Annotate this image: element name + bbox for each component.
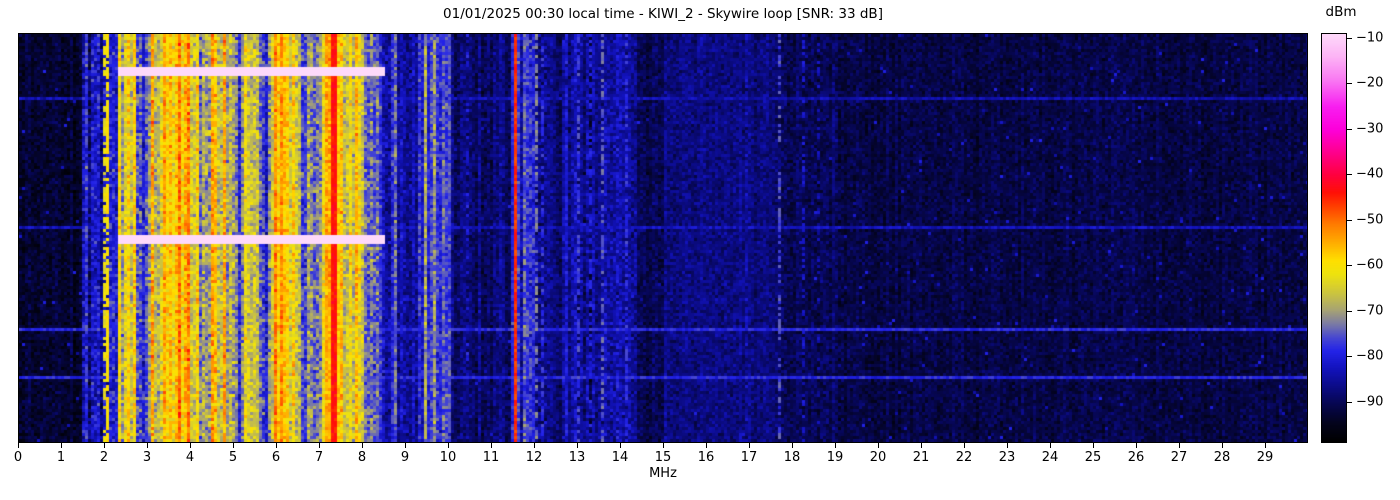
x-tick-label: 20 xyxy=(869,450,887,465)
colorbar-tick-mark xyxy=(1347,402,1352,403)
chart-title: 01/01/2025 00:30 local time - KIWI_2 - S… xyxy=(443,6,883,22)
x-tick-mark xyxy=(405,443,406,448)
x-tick-mark xyxy=(362,443,363,448)
x-tick-label: 11 xyxy=(482,450,500,465)
colorbar-tick-mark xyxy=(1347,356,1352,358)
x-tick-label: 24 xyxy=(1041,450,1059,465)
x-tick-label: 12 xyxy=(525,450,543,465)
x-tick-label: 13 xyxy=(568,450,586,465)
x-tick-label: 19 xyxy=(826,450,844,465)
x-tick-label: 4 xyxy=(185,450,195,465)
colorbar-tick-label: −20 xyxy=(1356,75,1384,91)
x-tick-mark xyxy=(835,443,836,448)
x-tick-label: 29 xyxy=(1256,450,1274,465)
x-tick-label: 1 xyxy=(56,450,66,465)
colorbar-tick-mark xyxy=(1347,265,1352,267)
spectrogram-figure: 01/01/2025 00:30 local time - KIWI_2 - S… xyxy=(0,0,1400,500)
x-tick-label: 22 xyxy=(955,450,973,465)
x-tick-label: 27 xyxy=(1170,450,1188,465)
x-tick-mark xyxy=(706,443,707,448)
x-tick-label: 25 xyxy=(1084,450,1102,465)
x-tick-mark xyxy=(792,443,793,448)
x-tick-mark xyxy=(147,443,148,448)
x-tick-mark xyxy=(1007,443,1008,448)
x-tick-mark xyxy=(319,443,320,448)
x-tick-label: 7 xyxy=(314,450,324,465)
x-tick-mark xyxy=(749,443,750,448)
x-tick-mark xyxy=(190,443,191,448)
x-tick-label: 10 xyxy=(439,450,457,465)
x-tick-mark xyxy=(1265,443,1266,448)
colorbar-tick-label: −60 xyxy=(1356,257,1384,273)
colorbar-tick-mark xyxy=(1347,219,1352,221)
colorbar-label: dBm xyxy=(1325,4,1357,20)
x-tick-mark xyxy=(1179,443,1180,448)
x-tick-label: 17 xyxy=(740,450,758,465)
x-tick-mark xyxy=(921,443,922,448)
x-tick-mark xyxy=(1093,443,1094,448)
x-tick-mark xyxy=(878,443,879,448)
x-tick-label: 16 xyxy=(697,450,715,465)
x-tick-mark xyxy=(233,443,234,448)
x-tick-mark xyxy=(620,443,621,448)
x-tick-mark xyxy=(1222,443,1223,448)
x-tick-label: 14 xyxy=(611,450,629,465)
spectrogram-plot xyxy=(18,33,1308,443)
x-tick-label: 28 xyxy=(1213,450,1231,465)
x-tick-mark xyxy=(964,443,965,448)
colorbar-tick-label: −40 xyxy=(1356,166,1384,182)
x-tick-mark xyxy=(104,443,105,448)
colorbar-tick-label: −80 xyxy=(1356,348,1384,364)
x-tick-mark xyxy=(1136,443,1137,448)
colorbar-tick-label: −90 xyxy=(1356,394,1384,410)
x-tick-mark xyxy=(18,443,19,448)
colorbar-tick-label: −50 xyxy=(1356,212,1384,228)
colorbar xyxy=(1321,33,1347,443)
colorbar-tick-mark xyxy=(1347,128,1352,130)
x-tick-label: 9 xyxy=(400,450,410,465)
colorbar-tick-label: −30 xyxy=(1356,121,1384,137)
colorbar-tick-mark xyxy=(1347,83,1352,85)
x-tick-label: 0 xyxy=(13,450,23,465)
colorbar-tick-mark xyxy=(1347,37,1352,39)
x-tick-mark xyxy=(1050,443,1051,448)
x-tick-mark xyxy=(663,443,664,448)
x-tick-label: 3 xyxy=(142,450,152,465)
x-tick-label: 2 xyxy=(99,450,109,465)
x-tick-label: 18 xyxy=(783,450,801,465)
x-tick-label: 15 xyxy=(654,450,672,465)
colorbar-tick-label: −70 xyxy=(1356,303,1384,319)
colorbar-tick-label: −10 xyxy=(1356,30,1384,46)
x-tick-label: 5 xyxy=(228,450,238,465)
x-tick-label: 8 xyxy=(357,450,367,465)
colorbar-tick-mark xyxy=(1347,174,1352,176)
x-tick-mark xyxy=(534,443,535,448)
x-tick-mark xyxy=(577,443,578,448)
x-tick-label: 23 xyxy=(998,450,1016,465)
x-tick-label: 21 xyxy=(912,450,930,465)
x-tick-mark xyxy=(491,443,492,448)
x-tick-label: 6 xyxy=(271,450,281,465)
colorbar-tick-mark xyxy=(1347,310,1352,312)
colorbar-gradient-canvas xyxy=(1322,34,1346,442)
spectrogram-canvas xyxy=(19,34,1307,442)
x-tick-mark xyxy=(448,443,449,448)
x-axis-label: MHz xyxy=(649,466,677,481)
x-tick-mark xyxy=(276,443,277,448)
x-tick-mark xyxy=(61,443,62,448)
x-tick-label: 26 xyxy=(1127,450,1145,465)
